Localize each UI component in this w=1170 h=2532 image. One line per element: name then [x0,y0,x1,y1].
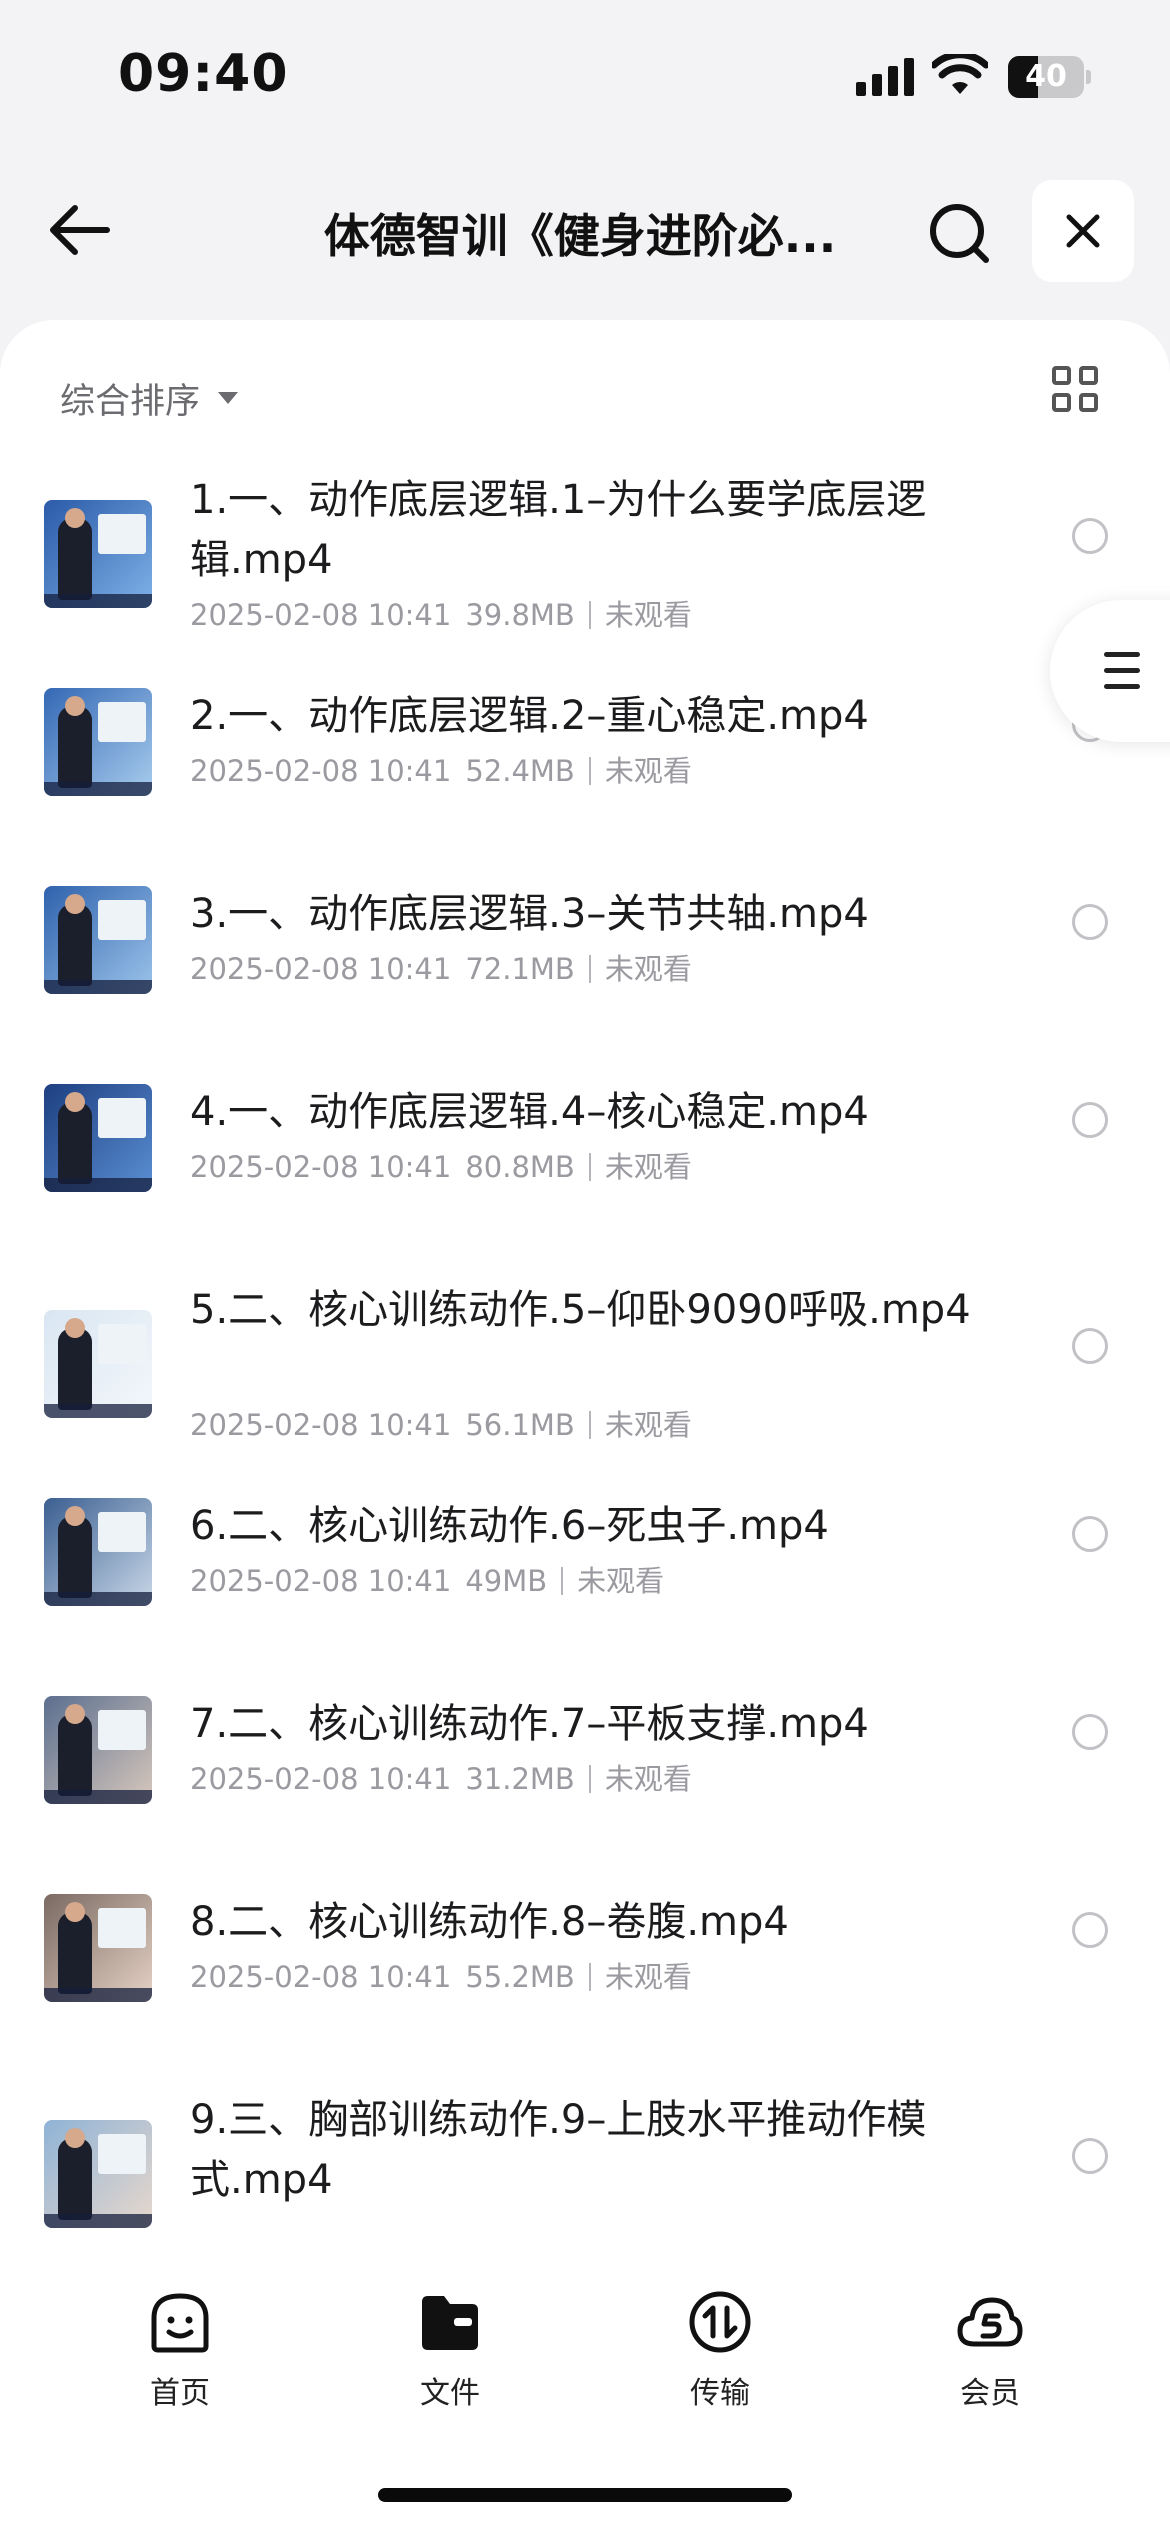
file-name: 2.一、动作底层逻辑.2–重心稳定.mp4 [190,693,869,739]
file-size: 49MB [465,1564,548,1598]
video-thumbnail [44,1696,152,1804]
file-size: 80.8MB [465,1150,575,1184]
folder-icon [422,2296,478,2350]
video-thumbnail [44,1498,152,1606]
video-thumbnail [44,1894,152,2002]
file-name: 6.二、核心训练动作.6–死虫子.mp4 [190,1503,829,1549]
home-indicator [378,2488,792,2502]
select-radio[interactable] [1072,1912,1108,1948]
meta-divider [588,1411,591,1439]
meta-divider [588,757,591,785]
file-name: 5.二、核心训练动作.5–仰卧9090呼吸.mp4 [190,1287,971,1333]
watch-status: 未观看 [577,1564,665,1598]
select-radio[interactable] [1072,1328,1108,1364]
meta-divider [588,1765,591,1793]
grid-view-button[interactable] [1052,366,1102,416]
file-meta: 2025-02-08 10:41 56.1MB 未观看 [190,1402,692,1444]
header: 体德智训《健身进阶必... [0,170,1170,290]
file-date: 2025-02-08 10:41 [190,952,452,986]
file-meta: 2025-02-08 10:41 55.2MB 未观看 [190,1954,692,1996]
video-thumbnail [44,886,152,994]
watch-status: 未观看 [604,1408,692,1442]
sort-label: 综合排序 [60,381,201,422]
file-size: 56.1MB [465,1408,575,1442]
file-date: 2025-02-08 10:41 [190,1150,452,1184]
nav-home[interactable]: 首页 [90,2288,270,2418]
back-button[interactable] [44,194,116,266]
file-size: 72.1MB [465,952,575,986]
battery-icon: 40 [1008,56,1091,98]
cloud-member-icon [957,2297,1023,2347]
file-size: 55.2MB [465,1960,575,1994]
file-date: 2025-02-08 10:41 [190,598,452,632]
meta-divider [561,1567,564,1595]
sort-dropdown[interactable]: 综合排序 [60,368,239,428]
file-panel: 综合排序 1.一、动作底层逻辑.1–为什么要学底层逻辑.mp4 2025-02-0… [0,320,1170,2270]
select-radio[interactable] [1072,1102,1108,1138]
meta-divider [588,601,591,629]
file-date: 2025-02-08 10:41 [190,1408,452,1442]
nav-home-label: 首页 [150,2376,210,2411]
watch-status: 未观看 [604,952,692,986]
cellular-signal-icon [856,58,914,96]
watch-status: 未观看 [604,1960,692,1994]
nav-transfer-label: 传输 [690,2376,750,2411]
file-meta: 2025-02-08 10:41 72.1MB 未观看 [190,946,692,988]
file-name: 1.一、动作底层逻辑.1–为什么要学底层逻辑.mp4 [190,477,927,583]
file-size: 31.2MB [465,1762,575,1796]
watch-status: 未观看 [604,1762,692,1796]
file-name: 8.二、核心训练动作.8–卷腹.mp4 [190,1899,789,1945]
meta-divider [588,955,591,983]
search-icon [930,204,989,263]
page-title: 体德智训《健身进阶必... [323,209,837,263]
file-name: 3.一、动作底层逻辑.3–关节共轴.mp4 [190,891,869,937]
battery-level: 40 [1025,59,1067,94]
nav-files[interactable]: 文件 [360,2288,540,2418]
status-time: 09:40 [118,44,289,104]
search-button[interactable] [922,196,998,272]
select-radio[interactable] [1072,1714,1108,1750]
select-radio[interactable] [1072,518,1108,554]
file-meta: 2025-02-08 10:41 39.8MB 未观看 [190,592,692,634]
select-radio[interactable] [1072,904,1108,940]
meta-divider [588,1963,591,1991]
file-meta: 2025-02-08 10:41 31.2MB 未观看 [190,1756,692,1798]
wifi-icon [932,54,988,94]
watch-status: 未观看 [604,1150,692,1184]
video-thumbnail [44,500,152,608]
file-date: 2025-02-08 10:41 [190,1564,452,1598]
file-meta: 2025-02-08 10:41 52.4MB 未观看 [190,748,692,790]
nav-member[interactable]: 会员 [900,2288,1080,2418]
video-thumbnail [44,688,152,796]
close-button[interactable] [1032,180,1134,282]
file-meta: 2025-02-08 10:41 49MB 未观看 [190,1558,664,1600]
close-icon [1066,214,1100,248]
video-thumbnail [44,1084,152,1192]
nav-files-label: 文件 [420,2376,480,2411]
file-date: 2025-02-08 10:41 [190,1762,452,1796]
select-radio[interactable] [1072,2138,1108,2174]
video-thumbnail [44,1310,152,1418]
nav-transfer[interactable]: 传输 [630,2288,810,2418]
nav-member-label: 会员 [960,2376,1020,2411]
select-radio[interactable] [1072,1516,1108,1552]
transfer-icon [689,2291,751,2353]
file-meta: 2025-02-08 10:41 80.8MB 未观看 [190,1144,692,1186]
file-name: 9.三、胸部训练动作.9–上肢水平推动作模式.mp4 [190,2097,927,2203]
smiley-home-icon [151,2293,209,2353]
back-arrow-icon [50,205,110,255]
meta-divider [588,1153,591,1181]
file-date: 2025-02-08 10:41 [190,754,452,788]
watch-status: 未观看 [604,598,692,632]
watch-status: 未观看 [604,754,692,788]
file-date: 2025-02-08 10:41 [190,1960,452,1994]
file-size: 52.4MB [465,754,575,788]
file-name: 7.二、核心训练动作.7–平板支撑.mp4 [190,1701,869,1747]
status-bar: 09:40 40 [0,0,1170,150]
file-name: 4.一、动作底层逻辑.4–核心稳定.mp4 [190,1089,869,1135]
file-size: 39.8MB [465,598,575,632]
caret-down-icon [218,392,239,404]
video-thumbnail [44,2120,152,2228]
